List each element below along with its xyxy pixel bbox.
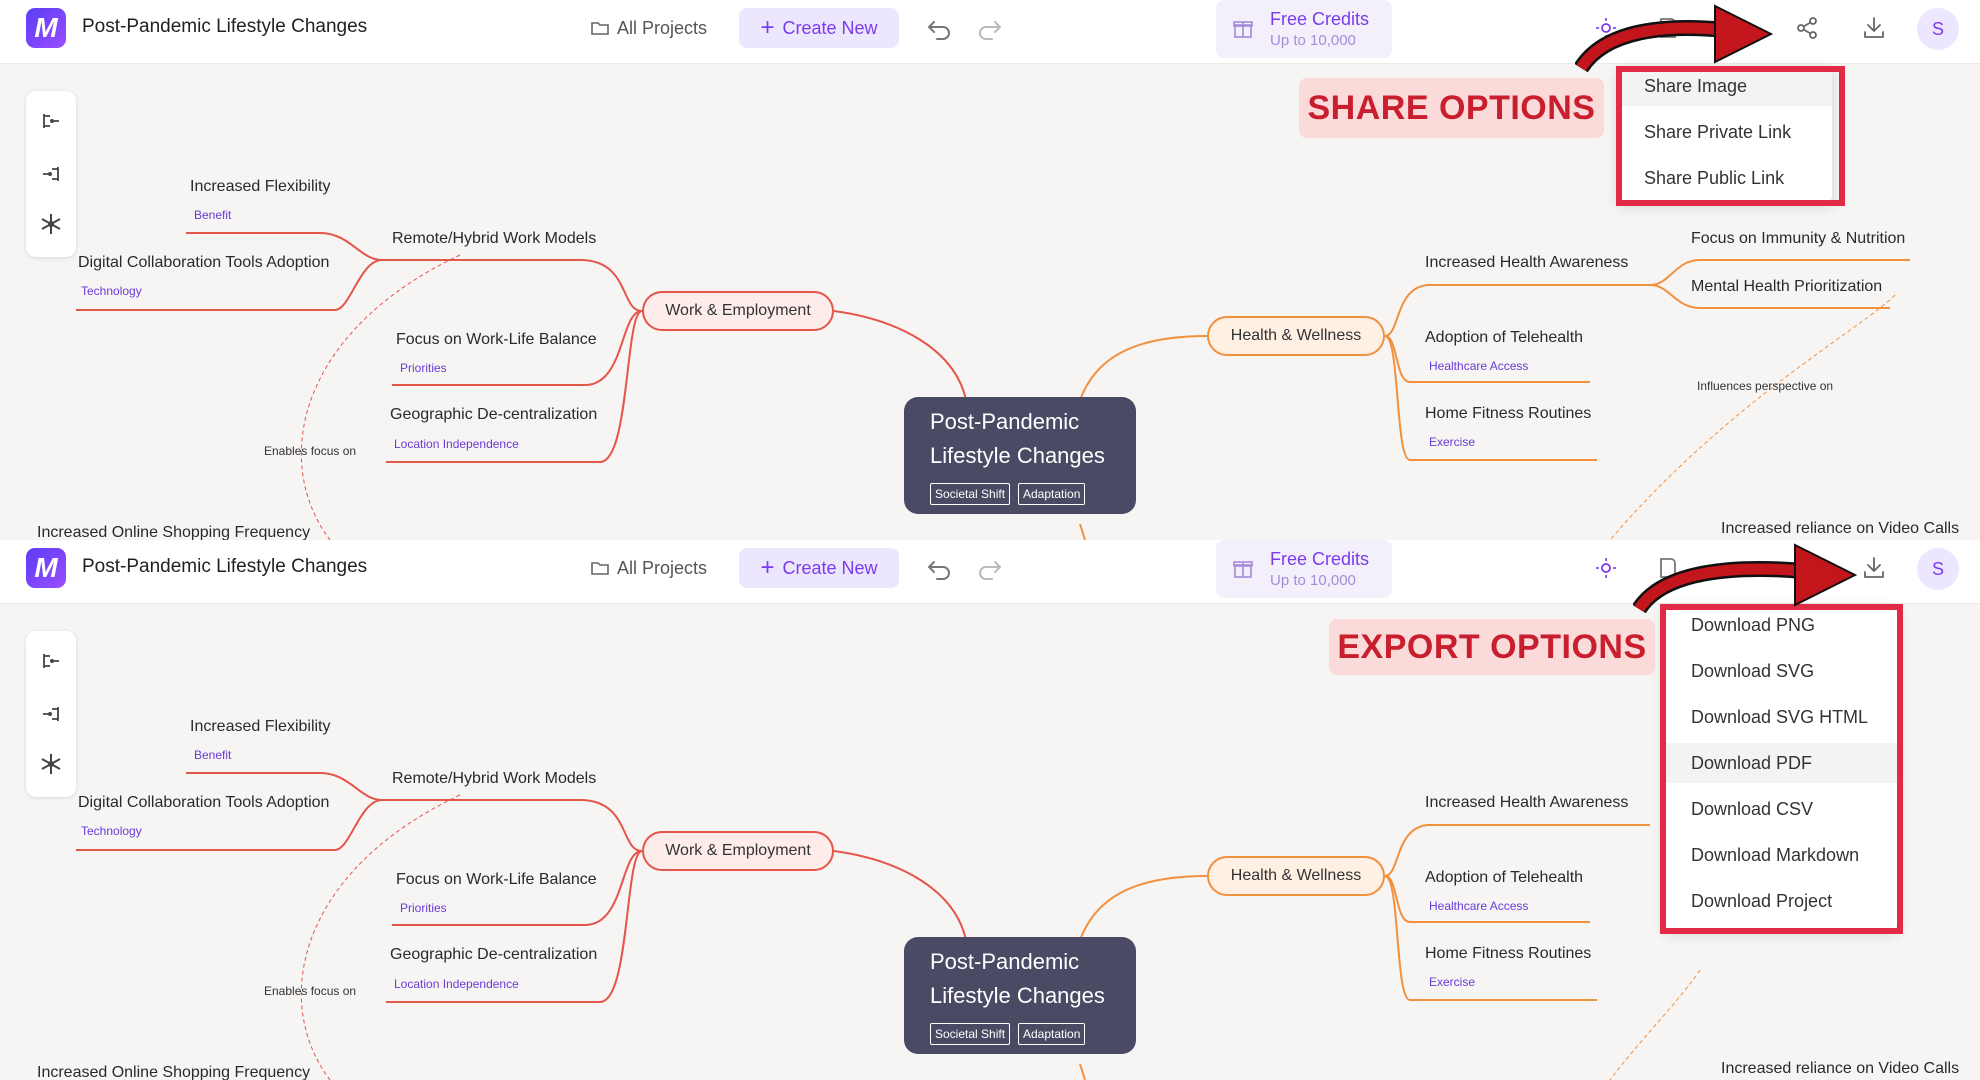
- leaf-node[interactable]: Increased Online Shopping Frequency: [37, 524, 310, 540]
- relation-label: Enables focus on: [264, 444, 357, 458]
- leaf-tag: Healthcare Access: [1429, 899, 1529, 913]
- leaf-node[interactable]: Mental Health Prioritization: [1691, 278, 1882, 296]
- red-arrow-icon: [1633, 543, 1858, 614]
- leaf-node[interactable]: Increased reliance on Video Calls: [1721, 520, 1959, 538]
- relation-label: Enables focus on: [264, 984, 357, 998]
- leaf-node[interactable]: Focus on Immunity & Nutrition: [1691, 230, 1905, 248]
- leaf-node[interactable]: Increased reliance on Video Calls: [1721, 1060, 1959, 1078]
- branch-node-work[interactable]: Work & Employment: [642, 291, 834, 331]
- leaf-node[interactable]: Adoption of Telehealth: [1425, 329, 1583, 347]
- leaf-tag: Location Independence: [394, 977, 519, 991]
- leaf-tag: Priorities: [400, 361, 447, 375]
- red-arrow-icon: [1575, 4, 1774, 73]
- root-node[interactable]: Post-Pandemic Lifestyle Changes Societal…: [904, 397, 1136, 514]
- leaf-node[interactable]: Home Fitness Routines: [1425, 405, 1591, 423]
- export-screenshot-panel: M Post-Pandemic Lifestyle Changes All Pr…: [0, 540, 1980, 1080]
- branch-node-work[interactable]: Work & Employment: [642, 831, 834, 871]
- export-options-callout: EXPORT OPTIONS: [1329, 619, 1655, 675]
- annotation-highlight-box: [1616, 66, 1845, 206]
- leaf-tag: Location Independence: [394, 437, 519, 451]
- leaf-node[interactable]: Focus on Work-Life Balance: [396, 871, 597, 889]
- root-node-title: Post-Pandemic Lifestyle Changes: [930, 949, 1105, 1008]
- leaf-node[interactable]: Increased Flexibility: [190, 718, 331, 736]
- share-screenshot-panel: M Post-Pandemic Lifestyle Changes All Pr…: [0, 0, 1980, 540]
- annotation-highlight-box: [1660, 604, 1903, 934]
- root-node[interactable]: Post-Pandemic Lifestyle Changes Societal…: [904, 937, 1136, 1054]
- branch-node-health[interactable]: Health & Wellness: [1207, 856, 1385, 896]
- leaf-tag: Technology: [81, 284, 142, 298]
- leaf-node[interactable]: Increased Health Awareness: [1425, 794, 1628, 812]
- leaf-node[interactable]: Digital Collaboration Tools Adoption: [78, 254, 329, 272]
- leaf-tag: Benefit: [194, 208, 232, 222]
- root-tag: Societal Shift: [930, 483, 1011, 505]
- share-options-callout: SHARE OPTIONS: [1299, 78, 1604, 138]
- leaf-node[interactable]: Increased Online Shopping Frequency: [37, 1064, 310, 1080]
- leaf-tag: Priorities: [400, 901, 447, 915]
- leaf-node[interactable]: Adoption of Telehealth: [1425, 869, 1583, 887]
- leaf-tag: Exercise: [1429, 975, 1476, 989]
- leaf-tag: Exercise: [1429, 435, 1476, 449]
- root-node-title: Post-Pandemic Lifestyle Changes: [930, 409, 1105, 468]
- leaf-node[interactable]: Remote/Hybrid Work Models: [392, 770, 596, 788]
- root-tag: Adaptation: [1018, 483, 1086, 505]
- leaf-tag: Healthcare Access: [1429, 359, 1529, 373]
- leaf-node[interactable]: Remote/Hybrid Work Models: [392, 230, 596, 248]
- leaf-tag: Benefit: [194, 748, 232, 762]
- leaf-node[interactable]: Increased Health Awareness: [1425, 254, 1628, 272]
- leaf-node[interactable]: Geographic De-centralization: [390, 406, 597, 424]
- relation-label: Influences perspective on: [1697, 379, 1834, 393]
- root-tag: Societal Shift: [930, 1023, 1011, 1045]
- leaf-node[interactable]: Home Fitness Routines: [1425, 945, 1591, 963]
- leaf-node[interactable]: Geographic De-centralization: [390, 946, 597, 964]
- branch-node-health[interactable]: Health & Wellness: [1207, 316, 1385, 356]
- leaf-node[interactable]: Digital Collaboration Tools Adoption: [78, 794, 329, 812]
- leaf-node[interactable]: Focus on Work-Life Balance: [396, 331, 597, 349]
- leaf-tag: Technology: [81, 824, 142, 838]
- leaf-node[interactable]: Increased Flexibility: [190, 178, 331, 196]
- root-tag: Adaptation: [1018, 1023, 1086, 1045]
